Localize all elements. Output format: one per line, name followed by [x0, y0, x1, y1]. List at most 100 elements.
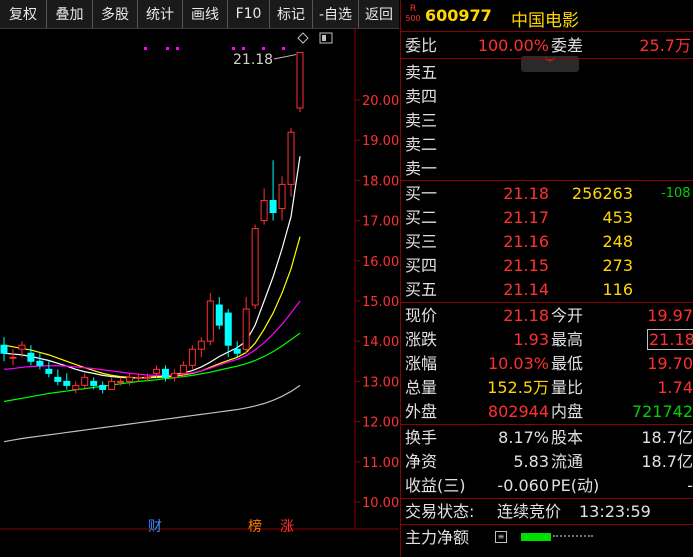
ask-label: 卖四 [405, 87, 438, 106]
quote-label: 涨跌 [405, 330, 438, 349]
bid-label: 买一 [405, 184, 438, 203]
toolbar-fuquan-button[interactable]: 复权 [0, 0, 47, 28]
ask-label: 卖一 [405, 159, 438, 178]
candle-body [108, 380, 116, 390]
bid-label: 买二 [405, 208, 438, 227]
price-tick-label: 16.00 [362, 255, 399, 270]
candle-body [161, 368, 169, 378]
candle-body [188, 348, 196, 366]
trade-status-value: 连续竞价 [497, 502, 562, 521]
signal-dot [176, 47, 179, 50]
toolbar-stats-button[interactable]: 统计 [138, 0, 183, 28]
window-icon-inner [322, 35, 326, 41]
candle-body [260, 200, 268, 222]
badge-top: R [409, 4, 417, 14]
signal-dot [144, 47, 147, 50]
candle-body [45, 368, 53, 374]
signal-dot [282, 47, 285, 50]
bid-label: 买三 [405, 232, 438, 251]
stock-name: 中国电影 [511, 11, 579, 31]
trade-status-label: 交易状态: [405, 502, 475, 521]
quote-label: 现价 [405, 306, 438, 325]
bid-volume: 256263 [571, 184, 633, 203]
bid-row-5[interactable]: 买五 21.14 116 [401, 278, 693, 301]
detail-icon[interactable]: ≡ [495, 531, 507, 543]
toolbar-remove-watchlist-button[interactable]: -自选 [313, 0, 359, 28]
toolbar-f10-button[interactable]: F10 [228, 0, 270, 28]
total-volume: 152.5万 [487, 378, 549, 397]
quote-panel: R 500 600977 中国电影 委比 100.00% 委差 25.7万 ︾ … [400, 0, 693, 557]
weicha-value: 25.7万 [639, 36, 691, 55]
eps: -0.060 [497, 476, 549, 495]
candle-body [215, 304, 223, 326]
candle-body [9, 356, 17, 359]
outer-volume: 802944 [487, 402, 549, 421]
price-change: 1.93 [513, 330, 549, 349]
main-flow-label: 主力净额 [405, 528, 470, 547]
toolbar-overlay-button[interactable]: 叠加 [47, 0, 93, 28]
bid-price: 21.16 [503, 232, 549, 251]
ask-row-4: 卖四 [401, 85, 693, 108]
stock-code: 600977 [425, 6, 492, 25]
price-tick-label: 12.00 [362, 416, 399, 431]
price-tick-label: 20.00 [362, 94, 399, 109]
bid-change: -108 [661, 186, 691, 201]
candle-body [152, 368, 160, 374]
divider [401, 180, 693, 181]
candle-body [251, 228, 259, 306]
quote-label: 最高 [551, 330, 584, 349]
diamond-icon[interactable] [297, 32, 309, 44]
fund-label: 流通 [551, 452, 584, 471]
fund-label: 股本 [551, 428, 584, 447]
toolbar-mark-button[interactable]: 标记 [270, 0, 313, 28]
ask-row-5: 卖五 [401, 61, 693, 84]
toolbar-multi-stock-button[interactable]: 多股 [93, 0, 138, 28]
event-marker[interactable]: 财 [148, 519, 162, 535]
price-tick-label: 11.00 [362, 456, 399, 471]
fund-label: PE(动) [551, 476, 600, 495]
bid-row-2[interactable]: 买二 21.17 453 [401, 206, 693, 229]
price-tick-label: 15.00 [362, 295, 399, 310]
turnover-rate: 8.17% [498, 428, 549, 447]
bid-price: 21.14 [503, 280, 549, 299]
bid-price: 21.15 [503, 256, 549, 275]
fund-row-eps: 收益(三) -0.060 PE(动) - [401, 474, 693, 497]
ask-row-1: 卖一 [401, 157, 693, 180]
bid-row-4[interactable]: 买四 21.15 273 [401, 254, 693, 277]
quote-label: 今开 [551, 306, 584, 325]
kline-chart[interactable]: 20.00 19.00 18.00 17.00 16.00 15.00 14.00 13.00… [0, 29, 399, 557]
float-shares: 18.7亿 [641, 452, 693, 471]
candle-body [197, 340, 205, 350]
event-marker[interactable]: 榜 [248, 518, 262, 535]
trade-time: 13:23:59 [579, 502, 651, 521]
event-marker[interactable]: 涨 [280, 519, 294, 535]
quote-row-change: 涨跌 1.93 最高 21.18 [401, 328, 693, 351]
bid-volume: 116 [602, 280, 633, 299]
pct-change: 10.03% [487, 354, 549, 373]
quote-label: 最低 [551, 354, 584, 373]
ask-label: 卖五 [405, 63, 438, 82]
signal-dot [242, 47, 245, 50]
fund-label: 换手 [405, 428, 438, 447]
fund-label: 净资 [405, 452, 438, 471]
candle-body [179, 364, 187, 374]
bid-price: 21.18 [503, 184, 549, 203]
quote-label: 内盘 [551, 402, 584, 421]
bid-row-1[interactable]: 买一 21.18 256263 -108 [401, 182, 693, 205]
toolbar-back-button[interactable]: 返回 [359, 0, 399, 28]
divider [401, 58, 693, 59]
weicha-label: 委差 [551, 36, 584, 55]
candle-body [242, 308, 250, 350]
candle-body [269, 200, 277, 214]
r-badge: R 500 [405, 4, 421, 24]
toolbar-draw-line-button[interactable]: 画线 [183, 0, 228, 28]
candle-body [224, 312, 232, 346]
divider [401, 302, 693, 303]
candle-body [63, 380, 71, 386]
high-price: 21.18 [647, 329, 693, 350]
current-price: 21.18 [503, 306, 549, 325]
candle-body [54, 376, 62, 382]
candle-body [36, 360, 44, 366]
bid-row-3[interactable]: 买三 21.16 248 [401, 230, 693, 253]
divider [401, 424, 693, 425]
